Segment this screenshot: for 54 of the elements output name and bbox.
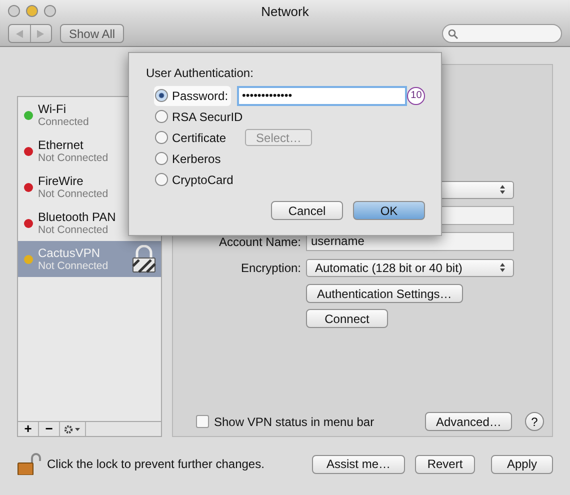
checkbox-label: Show VPN status in menu bar — [214, 414, 374, 428]
unlocked-padlock-icon — [17, 453, 41, 475]
padlock-icon — [131, 245, 157, 273]
service-name: Ethernet — [38, 138, 84, 152]
revert-button[interactable]: Revert — [415, 454, 475, 474]
service-status: Not Connected — [38, 152, 110, 164]
checkbox[interactable] — [196, 415, 209, 428]
search-icon — [448, 28, 458, 38]
add-button[interactable]: + — [18, 422, 39, 436]
field-label: Encryption: — [240, 260, 302, 274]
stepper-icon — [500, 185, 505, 194]
option-label: RSA SecurID — [172, 110, 243, 124]
service-name: Wi-Fi — [38, 102, 67, 116]
option-label: CryptoCard — [172, 172, 234, 186]
zoom-icon[interactable] — [44, 5, 56, 17]
back-forward-control[interactable] — [8, 24, 52, 43]
help-button[interactable]: ? — [525, 412, 544, 431]
service-status: Not Connected — [38, 260, 110, 272]
close-icon[interactable] — [8, 5, 20, 17]
option-label: Certificate — [172, 130, 226, 144]
advanced-button[interactable]: Advanced… — [425, 412, 512, 431]
stepper-icon — [500, 263, 505, 272]
encryption-popup[interactable]: Automatic (128 bit or 40 bit) — [306, 258, 514, 276]
field-label: Account Name: — [218, 234, 302, 248]
service-name: Bluetooth PAN — [38, 210, 117, 224]
window-title: Network — [261, 4, 309, 18]
assist-button[interactable]: Assist me… — [312, 454, 405, 474]
lock-hint: Click the lock to prevent further changes. — [47, 457, 264, 471]
apply-button[interactable]: Apply — [491, 454, 553, 474]
minimize-icon[interactable] — [26, 5, 38, 17]
service-status: Connected — [38, 116, 90, 128]
back-icon[interactable] — [16, 30, 23, 38]
radio-button[interactable] — [155, 110, 168, 123]
radio-button[interactable] — [155, 89, 168, 102]
option-label: Password: — [172, 88, 228, 102]
ok-button[interactable]: OK — [353, 201, 425, 220]
remove-button[interactable]: − — [39, 422, 60, 436]
radio-button[interactable] — [155, 152, 168, 165]
show-all-button[interactable]: Show All — [60, 24, 124, 43]
authentication-settings-button[interactable]: Authentication Settings… — [306, 284, 463, 303]
gear-icon — [64, 424, 81, 434]
radio-button[interactable] — [155, 173, 168, 186]
connect-button[interactable]: Connect — [306, 309, 388, 328]
forward-icon[interactable] — [37, 30, 44, 38]
option-label: Kerberos — [172, 152, 221, 166]
service-status: Not Connected — [38, 188, 110, 200]
service-name: CactusVPN — [38, 246, 102, 260]
count-badge: 10 — [407, 86, 425, 104]
password-field[interactable]: ••••••••••••• — [237, 86, 408, 106]
search-field[interactable] — [442, 24, 562, 43]
cancel-button[interactable]: Cancel — [271, 201, 343, 220]
sheet-title: User Authentication: — [146, 66, 254, 80]
service-status: Not Connected — [38, 224, 110, 236]
service-name: FireWire — [38, 174, 84, 188]
